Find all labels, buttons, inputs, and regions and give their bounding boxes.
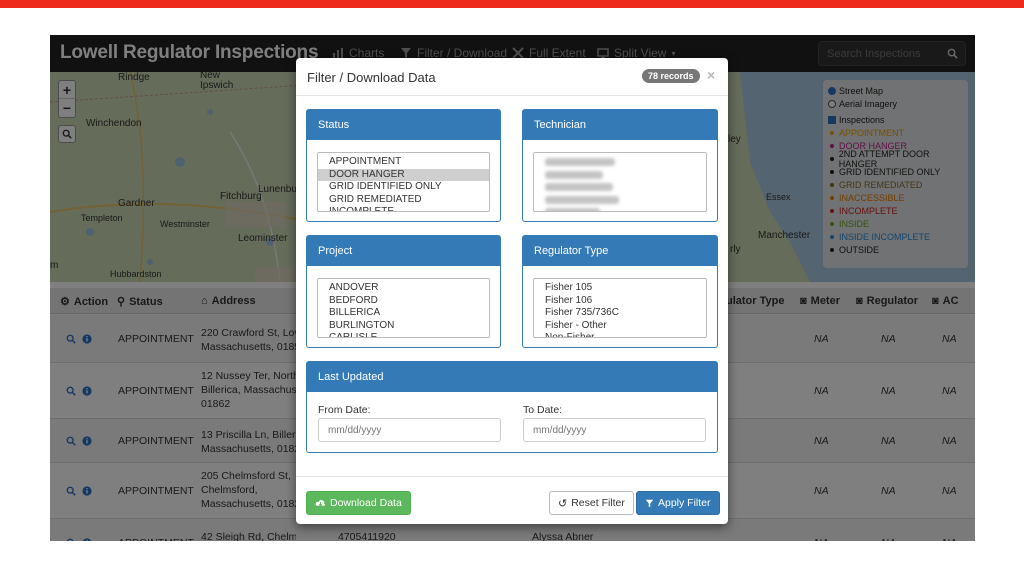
list-item[interactable]: ANDOVER <box>318 282 489 295</box>
project-panel-heading: Project <box>307 236 500 266</box>
list-item[interactable] <box>534 194 706 207</box>
last-updated-panel-heading: Last Updated <box>307 362 717 392</box>
modal-footer: Download Data ↺ Reset Filter Apply Filte… <box>296 476 728 524</box>
list-item[interactable]: GRID REMEDIATED <box>318 194 489 207</box>
list-item[interactable]: Fisher 735/736C <box>534 307 706 320</box>
project-panel: Project ANDOVER BEDFORD BILLERICA BURLINGTO… <box>306 235 501 348</box>
cloud-download-icon <box>315 500 326 507</box>
technician-panel-heading: Technician <box>523 110 717 140</box>
regulator-type-select[interactable]: Fisher 105 Fisher 106 Fisher 735/736C Fishe… <box>533 278 707 338</box>
project-select[interactable]: ANDOVER BEDFORD BILLERICA BURLINGTON CARLISL… <box>317 278 490 338</box>
status-select[interactable]: APPOINTMENT DOOR HANGER GRID IDENTIFIED ON… <box>317 152 490 212</box>
list-item[interactable]: Fisher 106 <box>534 295 706 308</box>
list-item[interactable] <box>534 156 706 169</box>
status-panel-heading: Status <box>307 110 500 140</box>
to-date-label: To Date: <box>523 404 563 416</box>
technician-panel: Technician <box>522 109 718 222</box>
list-item[interactable]: Fisher 105 <box>534 282 706 295</box>
last-updated-panel: Last Updated From Date: To Date: <box>306 361 718 453</box>
modal-header: Filter / Download Data 78 records × <box>296 58 728 96</box>
list-item[interactable]: Fisher - Other <box>534 320 706 333</box>
list-item[interactable]: DOOR HANGER <box>318 168 489 181</box>
status-panel: Status APPOINTMENT DOOR HANGER GRID IDENTI… <box>306 109 501 222</box>
from-date-input[interactable] <box>318 418 501 442</box>
apply-filter-button[interactable]: Apply Filter <box>636 491 720 515</box>
technician-select[interactable] <box>533 152 707 212</box>
list-item[interactable]: BILLERICA <box>318 307 489 320</box>
list-item[interactable]: BEDFORD <box>318 295 489 308</box>
filter-download-modal: Filter / Download Data 78 records × Stat… <box>296 58 728 524</box>
download-data-button[interactable]: Download Data <box>306 491 411 515</box>
list-item[interactable]: CARLISLE <box>318 332 489 337</box>
to-date-input[interactable] <box>523 418 706 442</box>
top-accent-bar <box>0 0 1024 8</box>
list-item[interactable]: APPOINTMENT <box>318 156 489 169</box>
reset-filter-button[interactable]: ↺ Reset Filter <box>549 491 634 515</box>
modal-title: Filter / Download Data <box>307 70 436 85</box>
list-item[interactable]: BURLINGTON <box>318 320 489 333</box>
close-icon[interactable]: × <box>707 67 715 83</box>
list-item[interactable]: Non-Fisher <box>534 332 706 337</box>
regulator-type-panel-heading: Regulator Type <box>523 236 717 266</box>
refresh-icon: ↺ <box>558 497 568 510</box>
from-date-label: From Date: <box>318 404 371 416</box>
filter-icon <box>645 499 654 507</box>
regulator-type-panel: Regulator Type Fisher 105 Fisher 106 Fishe… <box>522 235 718 348</box>
records-badge: 78 records <box>642 69 700 83</box>
list-item[interactable]: GRID IDENTIFIED ONLY <box>318 181 489 194</box>
list-item[interactable] <box>534 169 706 182</box>
list-item[interactable]: INCOMPLETE <box>318 206 489 211</box>
list-item[interactable] <box>534 206 706 211</box>
list-item[interactable] <box>534 181 706 194</box>
